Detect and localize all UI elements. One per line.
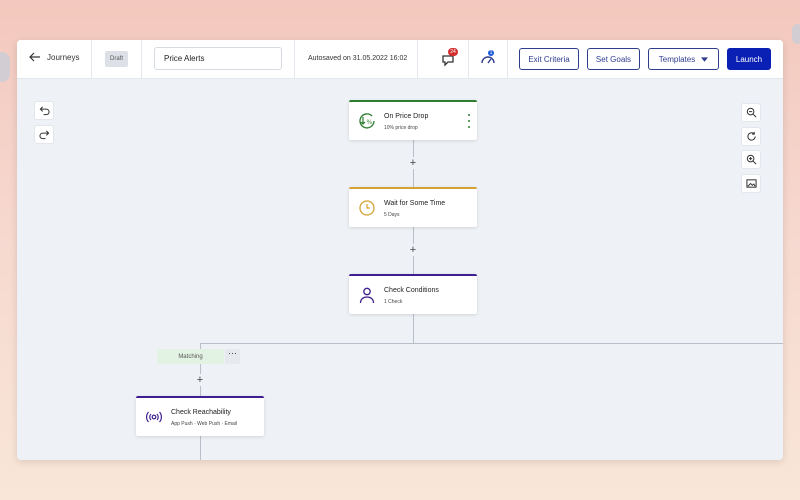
top-bar: Journeys Draft Autosaved on 31.05.2022 1… (17, 40, 783, 79)
connector-line (200, 436, 201, 460)
image-icon (745, 179, 757, 188)
templates-dropdown[interactable]: Templates (648, 48, 719, 70)
undo-icon (39, 106, 50, 116)
divider (507, 40, 508, 79)
journey-name-input[interactable] (154, 47, 282, 70)
node-title: Check Reachability (171, 409, 231, 416)
node-title: On Price Drop (384, 113, 429, 120)
templates-label: Templates (658, 54, 696, 64)
zoom-out-button[interactable] (741, 103, 761, 122)
back-label: Journeys (47, 52, 80, 62)
node-title: Check Conditions (384, 287, 439, 294)
wait-node[interactable]: Wait for Some Time 5 Days (349, 187, 477, 227)
autosave-status: Autosaved on 31.05.2022 16:02 (308, 55, 408, 62)
node-title: Wait for Some Time (384, 200, 446, 207)
node-subtitle: 10% price drop (384, 125, 418, 131)
refresh-icon (746, 131, 756, 141)
add-step-button[interactable]: + (407, 244, 419, 256)
comments-button[interactable]: 24 (440, 48, 458, 68)
add-step-button[interactable]: + (407, 157, 419, 169)
caret-down-icon (701, 56, 709, 62)
broadcast-icon (146, 411, 162, 423)
redo-button[interactable] (34, 125, 54, 144)
add-step-button[interactable]: + (194, 374, 206, 386)
zoom-out-icon (746, 107, 756, 118)
node-subtitle: App Push · Web Push · Email (171, 421, 238, 427)
activity-count-badge: 1 (488, 50, 494, 56)
node-accent-bar (136, 396, 264, 398)
svg-text:%: % (367, 119, 373, 126)
divider (141, 40, 142, 79)
more-options-icon[interactable] (467, 114, 471, 128)
set-goals-button[interactable]: Set Goals (587, 48, 640, 70)
comments-count-badge: 24 (448, 48, 458, 56)
divider (294, 40, 295, 79)
user-icon (359, 287, 375, 304)
background-shape (792, 24, 800, 44)
node-subtitle: 1 Check (384, 299, 403, 305)
node-subtitle: 5 Days (384, 212, 400, 218)
condition-node[interactable]: Check Conditions 1 Check (349, 274, 477, 314)
branch-label-matching[interactable]: Matching (157, 349, 224, 364)
redo-icon (38, 130, 49, 140)
node-accent-bar (349, 187, 477, 189)
divider (468, 40, 469, 79)
exit-criteria-button[interactable]: Exit Criteria (519, 48, 579, 70)
arrow-left-icon (29, 52, 40, 62)
divider (91, 40, 92, 79)
branch-more-options-icon[interactable]: ··· (225, 349, 240, 364)
clock-icon (359, 200, 375, 216)
reachability-node[interactable]: Check Reachability App Push · Web Push ·… (136, 396, 264, 436)
status-badge: Draft (105, 51, 128, 67)
connector-line (200, 343, 783, 344)
zoom-in-button[interactable] (741, 150, 761, 169)
node-accent-bar (349, 274, 477, 276)
reset-view-button[interactable] (741, 127, 761, 146)
background-shape (0, 52, 10, 82)
price-drop-icon: % (359, 113, 375, 129)
launch-button[interactable]: Launch (727, 48, 771, 70)
undo-button[interactable] (34, 101, 54, 120)
node-accent-bar (349, 100, 477, 102)
divider (417, 40, 418, 79)
connector-line (413, 314, 414, 343)
trigger-node[interactable]: % On Price Drop 10% price drop (349, 100, 477, 140)
activity-button[interactable]: 1 (479, 50, 497, 68)
back-to-journeys[interactable]: Journeys (29, 52, 79, 62)
journey-editor-window: Journeys Draft Autosaved on 31.05.2022 1… (17, 40, 783, 460)
export-image-button[interactable] (741, 174, 761, 193)
zoom-in-icon (746, 154, 756, 165)
